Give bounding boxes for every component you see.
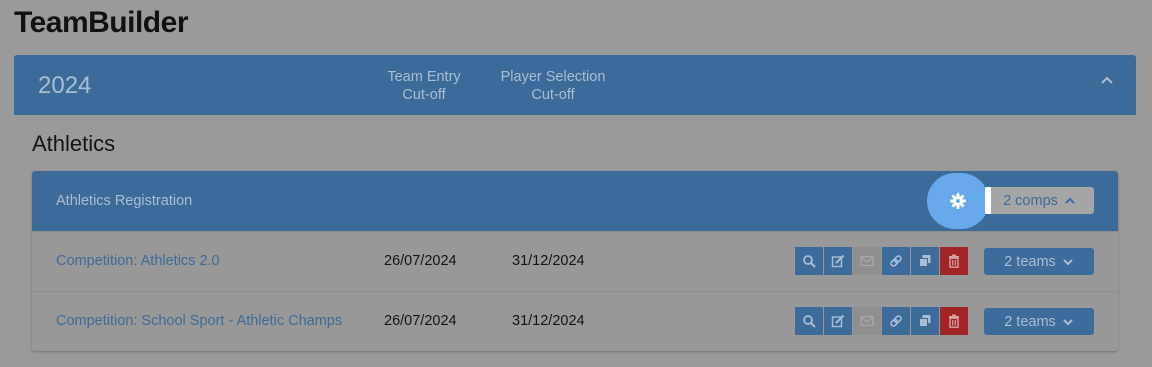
copy-button[interactable] [911,247,939,275]
chevron-down-icon [1063,318,1073,325]
edit-icon [831,314,845,328]
delete-button[interactable] [940,247,968,275]
team-entry-cutoff-date: 26/07/2024 [384,253,457,269]
search-icon [803,255,816,268]
player-selection-cutoff-line1: Player Selection [500,69,606,85]
teams-dropdown-button[interactable]: 2 teams [984,308,1094,335]
year-label: 2024 [38,72,92,99]
registration-settings-button[interactable] [927,173,989,229]
player-selection-cutoff-header: Player Selection Cut-off [496,68,610,104]
gear-icon [950,193,966,209]
edit-button[interactable] [824,307,852,335]
team-entry-cutoff-line2: Cut-off [402,87,446,103]
comps-toggle-button[interactable]: 2 comps [985,187,1094,214]
link-button[interactable] [882,307,910,335]
view-button[interactable] [795,247,823,275]
chevron-up-icon[interactable] [1098,71,1116,89]
app-title: TeamBuilder [14,6,189,39]
edit-icon [831,254,845,268]
teams-label: 2 teams [1004,313,1056,330]
competition-name-link[interactable]: Competition: Athletics 2.0 [56,253,220,269]
competition-row: Competition: Athletics 2.0 26/07/2024 31… [32,231,1118,292]
player-selection-cutoff-date: 31/12/2024 [512,253,585,269]
trash-icon [949,314,959,328]
chevron-down-icon [1063,258,1073,265]
teams-dropdown-button[interactable]: 2 teams [984,248,1094,275]
link-icon [890,315,902,327]
copy-button[interactable] [911,307,939,335]
copy-icon [919,255,931,267]
trash-icon [949,254,959,268]
search-icon [803,315,816,328]
registration-title: Athletics Registration [56,193,193,209]
comps-label: 2 comps [1003,192,1058,209]
registration-card: Athletics Registration 2 comps Competiti… [32,171,1118,351]
year-panel-header[interactable]: 2024 Team Entry Cut-off Player Selection… [14,55,1136,115]
team-entry-cutoff-date: 26/07/2024 [384,313,457,329]
player-selection-cutoff-line2: Cut-off [531,87,575,103]
delete-button[interactable] [940,307,968,335]
row-actions [795,247,968,275]
teams-label: 2 teams [1004,253,1056,270]
competition-name-link[interactable]: Competition: School Sport - Athletic Cha… [56,313,342,329]
registration-header: Athletics Registration 2 comps [32,171,1118,231]
link-icon [890,255,902,267]
email-button[interactable] [853,247,881,275]
player-selection-cutoff-date: 31/12/2024 [512,313,585,329]
team-entry-cutoff-line1: Team Entry [387,69,461,85]
chevron-up-icon [1065,197,1075,204]
sport-title: Athletics [32,131,116,156]
year-panel-body: Athletics Athletics Registration 2 comps… [14,115,1136,367]
email-icon [860,315,874,327]
row-actions [795,307,968,335]
view-button[interactable] [795,307,823,335]
link-button[interactable] [882,247,910,275]
edit-button[interactable] [824,247,852,275]
competition-row: Competition: School Sport - Athletic Cha… [32,291,1118,352]
copy-icon [919,315,931,327]
email-button[interactable] [853,307,881,335]
team-entry-cutoff-header: Team Entry Cut-off [386,68,462,104]
email-icon [860,255,874,267]
